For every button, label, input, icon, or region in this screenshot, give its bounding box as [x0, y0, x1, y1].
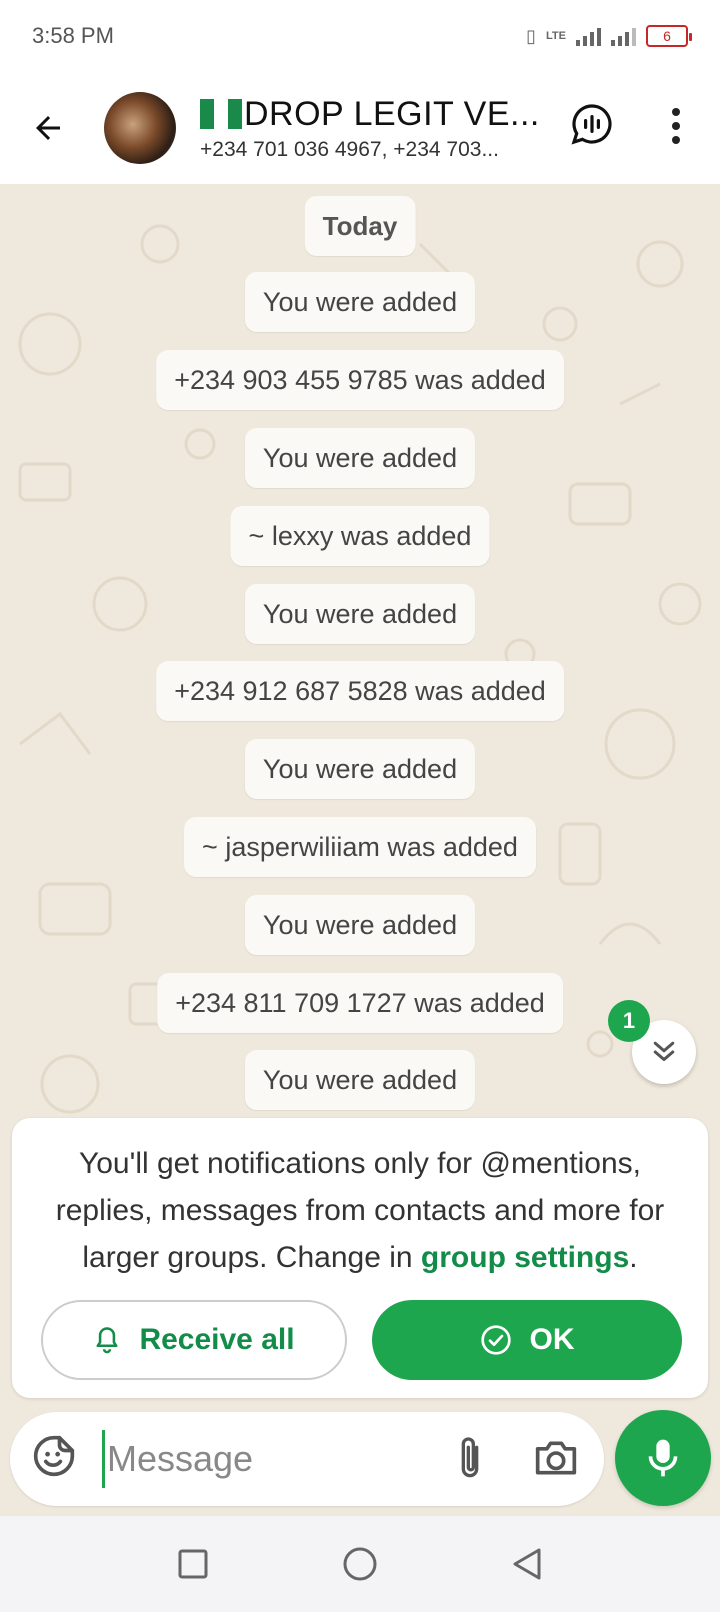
group-settings-link[interactable]: group settings — [421, 1241, 629, 1274]
voice-chat-button[interactable] — [570, 102, 614, 146]
signal-icon — [576, 26, 601, 46]
group-avatar[interactable] — [104, 92, 176, 164]
system-message: You were added — [244, 428, 476, 488]
status-time: 3:58 PM — [32, 23, 114, 48]
back-nav-button[interactable] — [507, 1544, 547, 1584]
system-message: +234 811 709 1727 was added — [157, 973, 563, 1033]
recents-button[interactable] — [173, 1544, 213, 1584]
home-button[interactable] — [340, 1544, 380, 1584]
battery-level: 6 — [663, 28, 671, 44]
bell-icon — [96, 1327, 118, 1354]
lte-label: LTE — [546, 30, 566, 42]
system-message: You were added — [244, 895, 476, 955]
system-message: You were added — [244, 272, 476, 332]
vibrate-icon: ▯ — [526, 25, 537, 46]
microphone-icon — [648, 1439, 678, 1477]
notice-text: You'll get notifications only for @menti… — [32, 1140, 688, 1281]
back-button[interactable] — [0, 72, 96, 184]
notification-settings-card: You'll get notifications only for @menti… — [12, 1118, 708, 1398]
system-message: You were added — [244, 739, 476, 799]
ok-button[interactable]: OK — [372, 1300, 682, 1380]
chat-header: DROP LEGIT VE... +234 701 036 4967, +234… — [0, 72, 720, 184]
system-message: You were added — [244, 1050, 476, 1110]
group-name-row: DROP LEGIT VE... — [200, 95, 540, 134]
system-message: ~ jasperwiliiam was added — [184, 817, 536, 877]
notice-text-end: . — [629, 1241, 638, 1274]
triangle-back-icon — [513, 1548, 541, 1580]
system-nav-bar — [0, 1516, 720, 1612]
dot — [672, 122, 680, 130]
unread-badge: 1 — [608, 1000, 650, 1042]
signal-icon-2 — [611, 26, 636, 46]
receive-all-label: Receive all — [139, 1323, 295, 1356]
ok-label: OK — [529, 1323, 575, 1356]
circle-icon — [343, 1547, 377, 1581]
group-info[interactable]: DROP LEGIT VE... +234 701 036 4967, +234… — [200, 95, 540, 162]
system-message: +234 903 455 9785 was added — [156, 350, 564, 410]
arrow-left-icon — [36, 116, 60, 140]
more-options-button[interactable] — [660, 102, 692, 150]
status-bar: 3:58 PM ▯ LTE 6 — [0, 0, 720, 72]
nigeria-flag-icon — [200, 99, 242, 129]
dot — [672, 108, 680, 116]
system-message: You were added — [244, 584, 476, 644]
battery-icon: 6 — [646, 25, 692, 47]
camera-button[interactable] — [532, 1436, 580, 1482]
double-chevron-down-icon — [653, 1041, 675, 1061]
sticker-button[interactable] — [32, 1434, 82, 1484]
system-message: +234 912 687 5828 was added — [156, 661, 564, 721]
message-input[interactable] — [102, 1430, 422, 1488]
group-participants: +234 701 036 4967, +234 703... — [200, 137, 499, 161]
paperclip-icon — [461, 1437, 479, 1478]
check-circle-icon — [480, 1325, 511, 1355]
attach-button[interactable] — [450, 1434, 490, 1484]
date-chip: Today — [304, 196, 416, 256]
sticker-icon — [33, 1435, 75, 1477]
square-icon — [178, 1549, 208, 1579]
camera-icon — [535, 1441, 577, 1475]
system-message: ~ lexxy was added — [230, 506, 490, 566]
voice-chat-icon — [571, 104, 612, 145]
group-name: DROP LEGIT VE... — [244, 94, 540, 133]
message-composer — [10, 1412, 604, 1506]
dot — [672, 136, 680, 144]
status-icons: ▯ LTE 6 — [526, 25, 692, 47]
voice-message-button[interactable] — [615, 1410, 711, 1506]
receive-all-button[interactable]: Receive all — [41, 1300, 347, 1380]
